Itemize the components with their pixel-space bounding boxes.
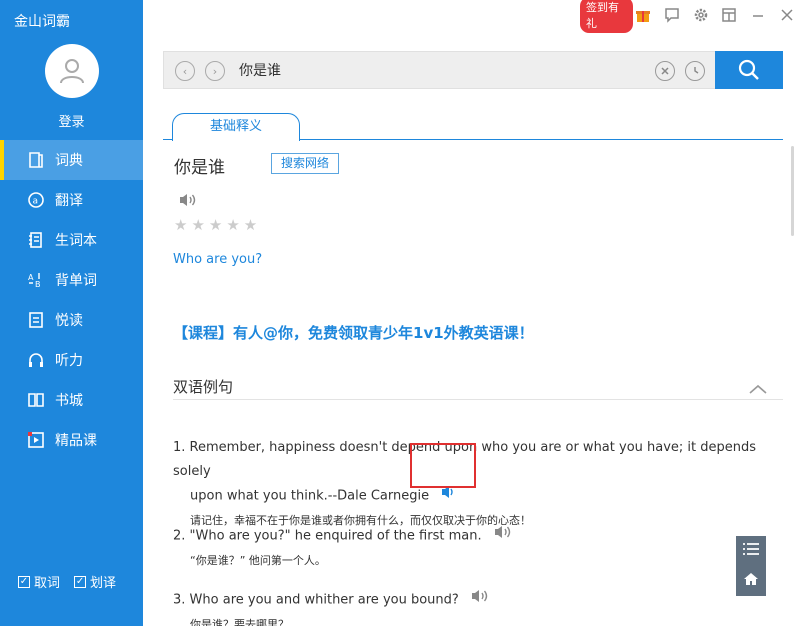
search-button[interactable] [715,51,783,89]
example-cn: 你是谁？要去哪里？ [190,617,289,626]
section-title: 双语例句 [173,378,234,396]
history-button[interactable] [685,61,705,81]
list-item: 3. Who are you and whither are you bound… [173,588,489,626]
example-number: 2. [173,528,186,544]
close-icon[interactable] [778,6,795,24]
example-en: 2. "Who are you?" he enquired of the fir… [173,524,512,549]
main-content: 你是谁 搜索网络 ★★★★★ Who are you? 【课程】有人@你，免费领… [163,141,783,626]
frequency-stars: ★★★★★ [174,216,262,234]
sidebar-item-label: 精品课 [55,433,97,449]
search-web-button[interactable]: 搜索网络 [271,153,339,174]
section-divider [173,399,783,400]
example-en-line: "Who are you?" he enquired of the first … [189,528,482,544]
avatar[interactable] [45,44,99,98]
translation-text[interactable]: Who are you? [173,252,262,267]
svg-text:B: B [35,280,41,289]
minimize-icon[interactable] [750,6,767,24]
app-title: 金山词霸 [14,14,70,30]
sidebar-item-memorize[interactable]: AB 背单词 [0,260,143,300]
window-toolbar: 签到有礼 [580,0,795,33]
select-translate-checkbox[interactable]: ✓ 划译 [74,572,116,591]
bottom-options: ✓ 取词 ✓ 划译 [18,572,116,591]
chevron-right-icon: › [212,64,218,78]
sign-in-gift-badge[interactable]: 签到有礼 [580,0,633,33]
sidebar-item-bookstore[interactable]: 书城 [0,380,143,420]
capture-word-checkbox[interactable]: ✓ 取词 [18,572,60,591]
reading-icon [27,311,45,329]
user-icon [60,59,84,84]
bookstore-icon [27,391,45,409]
chevron-left-icon: ‹ [182,64,188,78]
example-cn: “你是谁？” 他问第一个人。 [190,553,326,567]
notebook-icon [27,231,45,249]
clear-button[interactable] [655,61,675,81]
sidebar-item-course[interactable]: 精品课 [0,420,143,460]
list-item: 1. Remember, happiness doesn't depend up… [173,436,783,528]
checkmark-icon: ✓ [18,575,30,588]
tab-basic-definition[interactable]: 基础释义 [172,113,300,141]
floating-menu [736,536,766,596]
sidebar-item-label: 词典 [55,153,83,169]
clear-icon [661,67,669,75]
capture-word-label: 取词 [34,576,61,591]
login-link[interactable]: 登录 [0,111,143,130]
sidebar-item-label: 翻译 [55,193,83,209]
forward-button[interactable]: › [205,61,225,81]
select-translate-label: 划译 [90,576,117,591]
example-speaker-icon[interactable] [471,588,489,612]
highlight-box [410,443,476,488]
svg-text:A: A [28,273,34,282]
sidebar-item-wordbook[interactable]: 生词本 [0,220,143,260]
translate-icon: a [27,191,45,209]
pronunciation-speaker-icon[interactable] [179,192,197,211]
mini-mode-icon[interactable] [721,6,738,24]
course-icon [27,431,45,449]
sidebar-item-label: 听力 [55,353,83,369]
sidebar-item-label: 悦读 [55,313,83,329]
sidebar-item-label: 生词本 [55,233,97,249]
sidebar-nav: 词典 a 翻译 生词本 AB 背单词 悦读 听力 书城 精品课 [0,140,143,460]
feedback-icon[interactable] [664,6,681,24]
chevron-up-icon[interactable] [749,379,767,398]
memorize-icon: AB [27,271,45,289]
svg-text:a: a [33,197,39,207]
gear-icon[interactable] [692,6,709,24]
example-number: 1. [173,440,186,455]
list-item: 2. "Who are you?" he enquired of the fir… [173,524,512,568]
checkmark-icon: ✓ [74,575,87,588]
sidebar-item-label: 书城 [55,393,83,409]
clock-icon [694,67,699,74]
example-speaker-icon[interactable] [494,524,512,548]
sidebar: 金山词霸 登录 词典 a 翻译 生词本 AB 背单词 悦读 听力 书城 精品课 … [0,0,143,626]
sidebar-item-label: 背单词 [55,273,97,289]
headword: 你是谁 [174,158,225,178]
sidebar-item-dictionary[interactable]: 词典 [0,140,143,180]
back-button[interactable]: ‹ [175,61,195,81]
search-icon [738,59,759,80]
list-icon[interactable] [742,541,760,560]
gift-icon[interactable] [635,6,652,24]
example-en-line: Who are you and whither are you bound? [189,592,459,608]
book-icon [27,151,45,169]
headphones-icon [27,351,45,369]
example-number: 3. [173,592,186,608]
sidebar-item-reading[interactable]: 悦读 [0,300,143,340]
search-bar: ‹ › [163,51,783,89]
example-en-line: upon what you think.--Dale Carnegie [190,488,430,504]
example-en-line2: upon what you think.--Dale Carnegie [173,484,783,509]
example-en: 3. Who are you and whither are you bound… [173,588,489,613]
home-icon[interactable] [743,571,759,591]
sidebar-item-listening[interactable]: 听力 [0,340,143,380]
scrollbar-thumb[interactable] [791,146,794,236]
search-input[interactable] [239,52,649,88]
example-en: 1. Remember, happiness doesn't depend up… [173,436,783,484]
promo-banner[interactable]: 【课程】有人@你，免费领取青少年1v1外教英语课！ [173,322,534,343]
sidebar-item-translate[interactable]: a 翻译 [0,180,143,220]
